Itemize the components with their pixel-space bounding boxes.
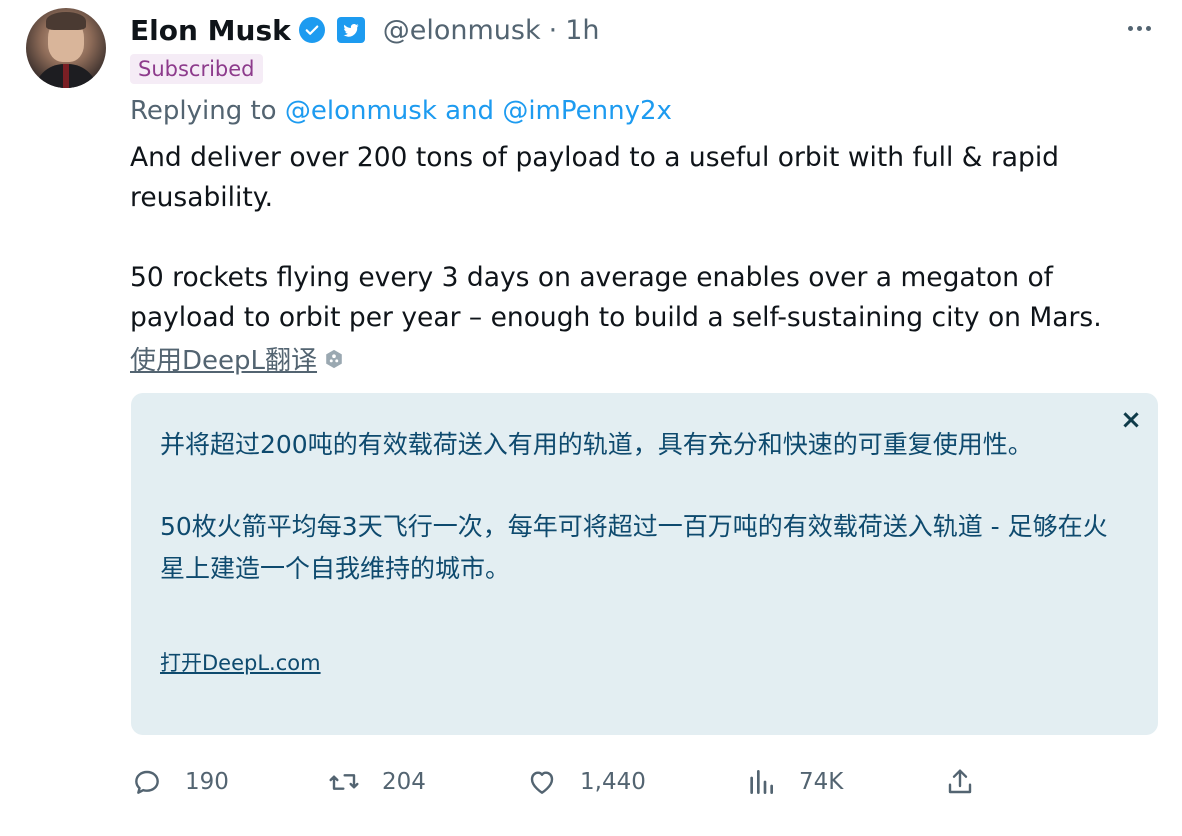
tweet-paragraph-2: 50 rockets flying every 3 days on averag… xyxy=(130,262,1102,333)
more-dot xyxy=(1127,25,1133,31)
avatar[interactable] xyxy=(26,8,106,88)
action-bar: 190 204 1,440 74K xyxy=(0,760,1182,804)
more-dot xyxy=(1136,25,1142,31)
tweet-time[interactable]: 1h xyxy=(565,15,599,46)
translate-link-label: 使用DeepL翻译 xyxy=(130,346,318,376)
retweet-count: 204 xyxy=(382,769,426,795)
reply-button[interactable]: 190 xyxy=(131,760,229,804)
author-name[interactable]: Elon Musk xyxy=(130,14,291,47)
mention-elonmusk[interactable]: @elonmusk xyxy=(285,96,437,126)
open-deepl-link[interactable]: 打开DeepL.com xyxy=(160,647,321,677)
translation-paragraph-1: 并将超过200吨的有效载荷送入有用的轨道，具有充分和快速的可重复使用性。 xyxy=(160,430,1033,459)
share-button[interactable] xyxy=(944,760,976,804)
tweet-text: And deliver over 200 tons of payload to … xyxy=(130,138,1160,338)
translation-paragraph-2: 50枚火箭平均每3天飞行一次，每年可将超过一百万吨的有效载荷送入轨道 - 足够在… xyxy=(160,512,1108,583)
mention-joiner[interactable]: and xyxy=(445,96,494,126)
translation-panel: × 并将超过200吨的有效载荷送入有用的轨道，具有充分和快速的可重复使用性。 5… xyxy=(131,393,1158,735)
tweet-header: Elon Musk @elonmusk · 1h xyxy=(130,8,600,52)
more-dot xyxy=(1145,25,1151,31)
tweet-card: Elon Musk @elonmusk · 1h Subscribed Repl… xyxy=(0,0,1182,836)
views-count: 74K xyxy=(799,769,844,795)
reply-count: 190 xyxy=(185,769,229,795)
avatar-hair xyxy=(46,12,86,30)
replying-prefix: Replying to xyxy=(130,96,277,126)
translate-with-deepl-link[interactable]: 使用DeepL翻译 xyxy=(130,340,345,377)
subscribed-badge: Subscribed xyxy=(130,54,263,84)
like-button[interactable]: 1,440 xyxy=(526,760,646,804)
more-icon[interactable] xyxy=(1122,18,1156,38)
twitter-logo-icon xyxy=(336,17,365,43)
tweet-paragraph-1: And deliver over 200 tons of payload to … xyxy=(130,142,1060,213)
close-icon[interactable]: × xyxy=(1118,407,1144,433)
like-count: 1,440 xyxy=(580,769,646,795)
avatar-tie xyxy=(63,64,69,88)
views-button[interactable]: 74K xyxy=(745,760,843,804)
retweet-button[interactable]: 204 xyxy=(328,760,426,804)
views-icon xyxy=(750,770,773,794)
author-handle[interactable]: @elonmusk xyxy=(383,15,541,46)
share-icon xyxy=(948,769,972,794)
separator-dot: · xyxy=(548,14,558,46)
replying-to: Replying to @elonmusk and @imPenny2x xyxy=(130,96,672,126)
translation-text: 并将超过200吨的有效载荷送入有用的轨道，具有充分和快速的可重复使用性。 50枚… xyxy=(160,424,1120,590)
verified-badge-icon[interactable] xyxy=(298,17,325,43)
retweet-icon xyxy=(329,774,359,790)
reply-icon xyxy=(135,770,159,794)
mention-impenny2x[interactable]: @imPenny2x xyxy=(502,96,672,126)
like-icon xyxy=(530,771,554,794)
deepl-icon xyxy=(326,349,342,368)
